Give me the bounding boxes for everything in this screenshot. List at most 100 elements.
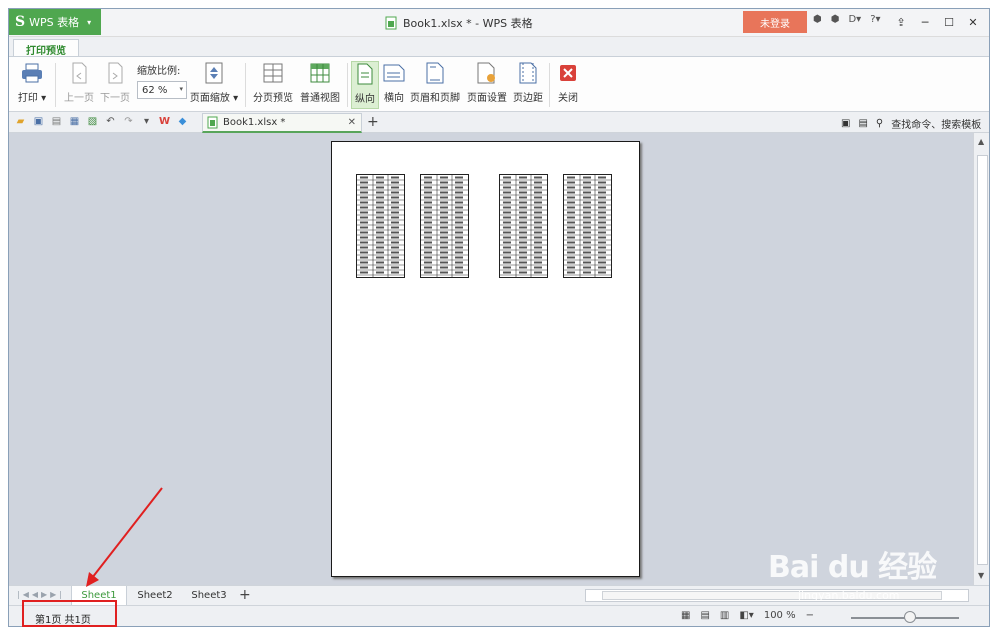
- next-page-label: 下一页: [100, 93, 130, 104]
- landscape-button[interactable]: 横向: [381, 61, 407, 109]
- page-setup-icon: [476, 61, 498, 85]
- prev-page-icon: [68, 61, 90, 85]
- login-button[interactable]: 未登录: [743, 11, 807, 33]
- quick-tool-icon[interactable]: ▤: [858, 118, 867, 129]
- page-setup-label: 页面设置: [467, 93, 507, 104]
- separator: [55, 63, 56, 107]
- next-page-icon: [104, 61, 126, 85]
- landscape-label: 横向: [384, 93, 404, 104]
- spreadsheet-file-icon: [207, 116, 218, 129]
- app-name: WPS 表格: [29, 16, 80, 29]
- page-layout-icon[interactable]: ▤: [700, 610, 709, 621]
- separator: [347, 63, 348, 107]
- page-margins-icon: [517, 61, 539, 85]
- portrait-button[interactable]: 纵向: [351, 61, 379, 109]
- sheet-tab-sheet3[interactable]: Sheet3: [183, 586, 235, 605]
- wps-logo-icon: S: [15, 14, 26, 30]
- close-icon[interactable]: ✕: [961, 12, 985, 32]
- zoom-select[interactable]: 62 % ▾: [137, 81, 187, 99]
- page-zoom-label: 页面缩放 ▾: [189, 93, 239, 104]
- chevron-down-icon: ▾: [87, 17, 92, 27]
- normal-view-label: 普通视图: [300, 93, 340, 104]
- annotation-highlight-box: [22, 600, 117, 627]
- page-break-preview-icon: [262, 61, 284, 85]
- page-setup-button[interactable]: 页面设置: [465, 61, 509, 109]
- skin-icon[interactable]: ⬢: [813, 14, 822, 25]
- quick-access-bar: ▰ ▣ ▤ ▦ ▧ ↶ ↷ ▾ W ◆ Book1.xlsx * ✕ + ▣ ▤…: [9, 112, 989, 133]
- sheet-nav-arrows-icon[interactable]: |◀◀▶▶|: [17, 590, 65, 599]
- vertical-scroll-thumb[interactable]: [977, 155, 988, 565]
- scroll-down-icon[interactable]: ▼: [978, 571, 984, 580]
- separator: [245, 63, 246, 107]
- print-label: 打印 ▾: [17, 93, 47, 104]
- chevron-down-icon: ▾: [179, 85, 183, 93]
- spreadsheet-file-icon: [385, 16, 397, 30]
- scroll-up-icon[interactable]: ▲: [978, 137, 984, 146]
- preview-page: [331, 141, 640, 577]
- sheet-tab-sheet2[interactable]: Sheet2: [129, 586, 181, 605]
- ribbon-tabs: 打印预览: [9, 37, 989, 58]
- zoom-label: 缩放比例:: [137, 66, 181, 77]
- print-button[interactable]: 打印 ▾: [13, 61, 51, 109]
- page-zoom-icon: [203, 61, 225, 85]
- cube-icon[interactable]: ◆: [176, 115, 189, 128]
- title-bar: S WPS 表格 ▾ Book1.xlsx * - WPS 表格 未登录 ⬢ ⬢…: [9, 9, 989, 37]
- normal-view-icon[interactable]: ▦: [681, 610, 690, 621]
- pin-icon[interactable]: ⇪: [889, 12, 913, 32]
- prev-page-button[interactable]: 上一页: [61, 61, 97, 109]
- next-page-button[interactable]: 下一页: [97, 61, 133, 109]
- ribbon: 打印 ▾ 上一页 下一页 缩放比例: 62 % ▾ 页面缩放 ▾ 分页预览 普通…: [9, 56, 989, 112]
- separator: [549, 63, 550, 107]
- watermark: Bai du 经验 jingyan.baidu.com: [768, 522, 968, 612]
- new-tab-icon[interactable]: +: [367, 114, 379, 130]
- document-title: Book1.xlsx * - WPS 表格: [385, 15, 533, 31]
- printer-icon: [21, 61, 43, 85]
- feedback-icon[interactable]: D▾: [848, 14, 861, 25]
- portrait-icon: [354, 62, 376, 86]
- document-tab-label: Book1.xlsx *: [223, 117, 286, 128]
- close-preview-label: 关闭: [558, 93, 578, 104]
- print-icon[interactable]: ▦: [68, 115, 81, 128]
- search-commands-label[interactable]: 查找命令、搜索模板: [891, 116, 981, 131]
- quick-right-tools: ▣ ▤ ⚲ 查找命令、搜索模板: [841, 116, 981, 131]
- header-footer-icon: [424, 61, 446, 85]
- settings-icon[interactable]: ⬢: [831, 14, 840, 25]
- document-title-text: Book1.xlsx * - WPS 表格: [403, 17, 533, 30]
- zoom-value: 62 %: [142, 84, 168, 96]
- maximize-icon[interactable]: ☐: [937, 12, 961, 32]
- vertical-scrollbar[interactable]: ▲ ▼: [973, 133, 989, 585]
- page-zoom-button[interactable]: 页面缩放 ▾: [189, 61, 239, 109]
- app-menu-button[interactable]: S WPS 表格 ▾: [9, 9, 101, 35]
- preview-area: [9, 133, 973, 585]
- redo-icon[interactable]: ↷: [122, 115, 135, 128]
- close-preview-button[interactable]: 关闭: [553, 61, 583, 109]
- page-margins-button[interactable]: 页边距: [511, 61, 545, 109]
- customize-dropdown-icon[interactable]: ▾: [140, 115, 153, 128]
- normal-view-button[interactable]: 普通视图: [297, 61, 343, 109]
- page-break-icon[interactable]: ▥: [720, 610, 729, 621]
- open-folder-icon[interactable]: ▰: [14, 115, 27, 128]
- portrait-label: 纵向: [355, 94, 375, 105]
- minimize-icon[interactable]: ─: [913, 12, 937, 32]
- landscape-icon: [383, 61, 405, 85]
- zoom-slider-knob[interactable]: [904, 611, 916, 623]
- watermark-brand: Bai du 经验: [768, 550, 937, 585]
- print-preview-icon[interactable]: ▧: [86, 115, 99, 128]
- print-table-block: [420, 174, 469, 278]
- save-icon[interactable]: ▣: [32, 115, 45, 128]
- search-icon[interactable]: ⚲: [876, 118, 883, 129]
- print-table-block: [563, 174, 612, 278]
- undo-icon[interactable]: ↶: [104, 115, 117, 128]
- add-sheet-icon[interactable]: +: [239, 587, 251, 603]
- help-icon[interactable]: ?▾: [870, 14, 880, 25]
- page-break-preview-button[interactable]: 分页预览: [251, 61, 295, 109]
- header-footer-button[interactable]: 页眉和页脚: [409, 61, 461, 109]
- page-margins-label: 页边距: [513, 93, 543, 104]
- export-pdf-icon[interactable]: ▤: [50, 115, 63, 128]
- document-tab[interactable]: Book1.xlsx * ✕: [202, 113, 362, 133]
- print-table-block: [499, 174, 548, 278]
- reading-mode-icon[interactable]: ◧▾: [739, 610, 753, 621]
- wps-cloud-icon[interactable]: W: [158, 115, 171, 128]
- collapse-ribbon-icon[interactable]: ▣: [841, 118, 850, 129]
- close-tab-icon[interactable]: ✕: [348, 117, 356, 128]
